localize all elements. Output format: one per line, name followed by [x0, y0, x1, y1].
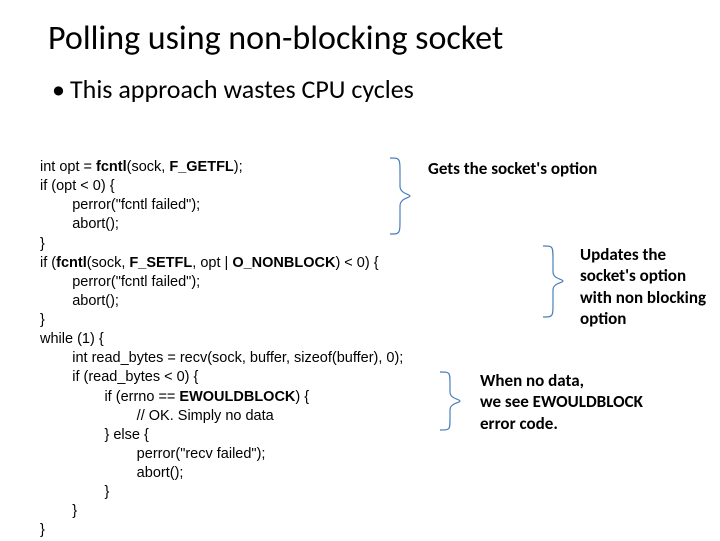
- code-keyword: O_NONBLOCK: [232, 255, 335, 271]
- annotation-set-option: Updates the socket's option with non blo…: [580, 244, 720, 329]
- brace-icon: [432, 370, 472, 432]
- code-text: if (read_bytes < 0) {: [40, 369, 198, 385]
- code-text: , opt |: [192, 255, 232, 271]
- code-keyword: F_GETFL: [169, 159, 233, 175]
- code-text: (sock,: [127, 159, 170, 175]
- code-text: if (: [40, 255, 56, 271]
- code-text: }: [40, 312, 45, 328]
- code-text: abort();: [40, 293, 119, 309]
- code-text: perror("fcntl failed");: [40, 197, 200, 213]
- code-block: int opt = fcntl(sock, F_GETFL); if (opt …: [40, 158, 403, 541]
- code-keyword: F_SETFL: [129, 255, 192, 271]
- code-text: ) {: [295, 389, 309, 405]
- bullet-line: •This approach wastes CPU cycles: [0, 59, 720, 105]
- code-keyword: EWOULDBLOCK: [179, 389, 295, 405]
- code-text: ) < 0) {: [335, 255, 378, 271]
- code-text: perror("recv failed");: [40, 446, 265, 462]
- code-text: abort();: [40, 465, 183, 481]
- code-text: }: [40, 522, 45, 538]
- annotation-get-option: Gets the socket's option: [428, 158, 608, 179]
- code-keyword: fcntl: [96, 159, 127, 175]
- annotation-ewouldblock: When no data, we see EWOULDBLOCK error c…: [480, 370, 680, 434]
- code-text: (sock,: [87, 255, 130, 271]
- code-text: perror("fcntl failed");: [40, 274, 200, 290]
- code-text: abort();: [40, 216, 119, 232]
- code-text: while (1) {: [40, 331, 104, 347]
- code-text: // OK. Simply no data: [40, 408, 274, 424]
- brace-icon: [535, 244, 575, 319]
- bullet-dot: •: [52, 73, 70, 105]
- bullet-text: This approach wastes CPU cycles: [70, 73, 414, 105]
- code-text: }: [40, 484, 109, 500]
- code-text: } else {: [40, 427, 149, 443]
- code-text: if (opt < 0) {: [40, 178, 115, 194]
- code-text: );: [234, 159, 243, 175]
- code-text: }: [40, 236, 45, 252]
- code-keyword: fcntl: [56, 255, 87, 271]
- code-text: int read_bytes = recv(sock, buffer, size…: [40, 350, 403, 366]
- brace-icon: [382, 156, 422, 236]
- code-text: if (errno ==: [40, 389, 179, 405]
- code-text: }: [40, 503, 77, 519]
- slide-title: Polling using non-blocking socket: [0, 0, 720, 59]
- code-text: int opt =: [40, 159, 96, 175]
